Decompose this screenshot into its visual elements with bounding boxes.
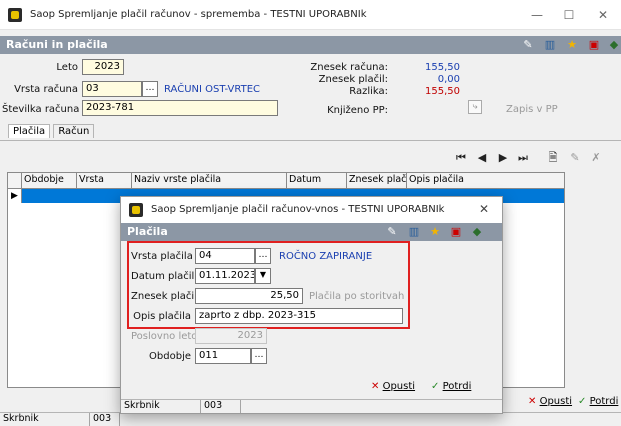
col-znesek[interactable]: Znesek plačila (347, 173, 407, 188)
grid-header: Obdobje Vrsta Naziv vrste plačila Datum … (8, 173, 564, 189)
payment-entry-dialog[interactable]: Saop Spremljanje plačil računov-vnos - T… (120, 196, 503, 414)
dialog-edit-icon[interactable]: ✎ (385, 225, 399, 239)
poslovno-leto-field: 2023 (195, 328, 267, 344)
col-datum[interactable]: Datum (287, 173, 347, 188)
first-record-icon[interactable]: ⏮ (453, 150, 469, 166)
status-label: Skrbnik (0, 413, 90, 426)
export-icon[interactable]: ▣ (587, 38, 601, 52)
znesek-placil-value: 0,00 (437, 74, 460, 85)
potrdi-button[interactable]: ✓ Potrdi (578, 396, 618, 407)
vrsta-placila-label: Vrsta plačila (131, 251, 193, 262)
status-value: 003 (90, 413, 120, 426)
dialog-title: Saop Spremljanje plačil računov-vnos - T… (151, 204, 445, 215)
dialog-app-icon (129, 203, 143, 217)
col-opis[interactable]: Opis plačila (407, 173, 564, 188)
leto-label: Leto (56, 62, 78, 73)
vrsta-racuna-field[interactable]: 03 (82, 81, 142, 97)
status-bar: Skrbnik 003 (0, 412, 621, 426)
tab-strip: Plačila Račun (8, 124, 95, 138)
cancel-icon: ✕ (528, 396, 537, 407)
datum-dropdown-icon[interactable]: ▼ (255, 268, 271, 284)
vrsta-racuna-name: RAČUNI OST-VRTEC (164, 84, 261, 95)
tab-placila[interactable]: Plačila (8, 124, 51, 138)
leto-field[interactable]: 2023 (82, 59, 124, 75)
col-vrsta[interactable]: Vrsta (77, 173, 132, 188)
columns-icon[interactable]: ▥ (543, 38, 557, 52)
dialog-export-icon[interactable]: ▣ (449, 225, 463, 239)
vrsta-racuna-label: Vrsta računa (14, 84, 78, 95)
zapis-pp-label[interactable]: Zapis v PP (506, 104, 558, 115)
minimize-icon[interactable]: — (526, 6, 548, 24)
datum-placila-label: Datum plačila (131, 271, 201, 282)
prev-record-icon[interactable]: ◀ (474, 150, 490, 166)
stevilka-racuna-label: Številka računa (2, 104, 80, 115)
razlika-value: 155,50 (425, 86, 460, 97)
datum-placila-field[interactable]: 01.11.2023 (195, 268, 255, 284)
zapis-pp-icon[interactable]: ⤷ (468, 100, 482, 114)
vrsta-racuna-lookup-button[interactable]: … (142, 81, 158, 97)
opusti-button[interactable]: ✕ Opusti (528, 396, 572, 407)
dialog-opusti-button[interactable]: ✕ Opusti (371, 381, 415, 392)
col-obdobje[interactable]: Obdobje (22, 173, 77, 188)
obdobje-label: Obdobje (149, 351, 191, 362)
obdobje-lookup-button[interactable]: … (251, 348, 267, 364)
edit-icon[interactable]: ✎ (521, 38, 535, 52)
dialog-status-value: 003 (201, 400, 241, 413)
vrsta-placila-field[interactable]: 04 (195, 248, 255, 264)
maximize-icon[interactable]: ☐ (558, 6, 580, 24)
window-title: Saop Spremljanje plačil računov - spreme… (30, 9, 367, 20)
znesek-racuna-value: 155,50 (425, 62, 460, 73)
opis-placila-label: Opis plačila (133, 311, 191, 322)
close-icon[interactable]: ✕ (592, 6, 614, 24)
znesek-racuna-label: Znesek računa: (310, 62, 388, 73)
dialog-potrdi-button[interactable]: ✓ Potrdi (431, 381, 471, 392)
poslovno-leto-label: Poslovno leto (131, 331, 198, 342)
znesek-placil-label: Znesek plačil: (318, 74, 388, 85)
knjizeno-pp-label: Knjiženo PP: (327, 105, 388, 116)
obdobje-field[interactable]: 011 (195, 348, 251, 364)
row-pointer-icon: ▶ (8, 189, 22, 203)
dialog-book-icon[interactable]: ◆ (470, 225, 484, 239)
opis-placila-field[interactable]: zaprto z dbp. 2023-315 (195, 308, 403, 324)
dialog-star-icon[interactable]: ★ (428, 225, 442, 239)
dialog-cancel-icon: ✕ (371, 381, 380, 392)
znesek-placila-field[interactable]: 25,50 (195, 288, 303, 304)
checkmark-icon: ✓ (578, 396, 587, 407)
dialog-titlebar: Saop Spremljanje plačil računov-vnos - T… (121, 197, 502, 223)
dialog-header-title: Plačila (127, 225, 168, 238)
col-naziv[interactable]: Naziv vrste plačila (132, 173, 287, 188)
star-icon[interactable]: ★ (565, 38, 579, 52)
dialog-close-icon[interactable]: ✕ (479, 202, 489, 216)
edit-record-icon[interactable]: ✎ (567, 150, 583, 166)
dialog-checkmark-icon: ✓ (431, 381, 440, 392)
tab-racun[interactable]: Račun (53, 124, 95, 138)
dialog-columns-icon[interactable]: ▥ (407, 225, 421, 239)
vrsta-placila-name: ROČNO ZAPIRANJE (279, 251, 373, 262)
delete-record-icon[interactable]: ✗ (588, 150, 604, 166)
app-icon (8, 8, 22, 22)
dialog-status-label: Skrbnik (121, 400, 201, 413)
dialog-header: Plačila (121, 223, 502, 241)
book-icon[interactable]: ◆ (607, 38, 621, 52)
vrsta-placila-lookup-button[interactable]: … (255, 248, 271, 264)
tab-divider (0, 140, 621, 141)
placila-po-storitvah-label[interactable]: Plačila po storitvah (309, 291, 404, 302)
new-record-icon[interactable]: 🗎 (545, 150, 561, 166)
stevilka-racuna-field[interactable]: 2023-781 (82, 100, 278, 116)
grid-rowselector-header (8, 173, 22, 188)
dialog-status-bar: Skrbnik 003 (121, 399, 502, 413)
next-record-icon[interactable]: ▶ (495, 150, 511, 166)
form-title: Računi in plačila (6, 38, 108, 51)
last-record-icon[interactable]: ⏭ (515, 150, 531, 166)
window-titlebar: Saop Spremljanje plačil računov - spreme… (0, 0, 621, 30)
razlika-label: Razlika: (349, 86, 388, 97)
znesek-placila-label: Znesek plačila (131, 291, 204, 302)
